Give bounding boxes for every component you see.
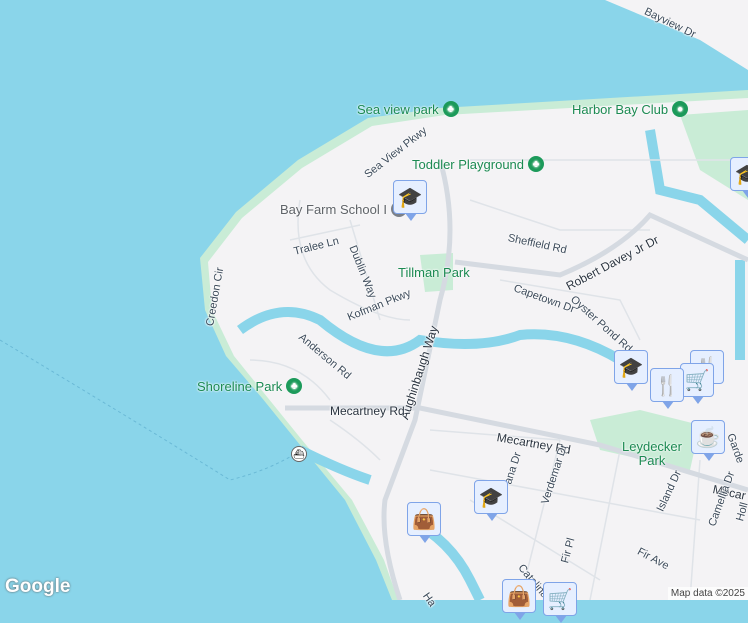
tree-icon: ♣ [286, 378, 303, 394]
ferry-icon[interactable]: ⛴ [291, 446, 307, 462]
school-icon: 🎓 [618, 356, 644, 379]
tree-icon: ♣ [442, 101, 459, 117]
shopping-bag-pin[interactable]: 👜 [407, 502, 441, 543]
place-label: Tillman Park [398, 265, 470, 280]
place-harbor-bay-club[interactable]: Harbor Bay Club ● [572, 101, 689, 117]
shopping-bag-pin[interactable]: 👜 [502, 579, 536, 620]
google-logo[interactable]: Google [5, 576, 70, 598]
place-toddler-playground[interactable]: Toddler Playground ♣ [412, 156, 545, 172]
place-icon: ● [672, 101, 689, 117]
shopping-cart-pin[interactable]: 🛒 [680, 363, 714, 404]
place-tillman-park[interactable]: Tillman Park [398, 265, 470, 280]
shopping-bag-icon: 👜 [506, 585, 532, 608]
coffee-icon: ☕ [695, 426, 721, 449]
place-label: Sea view park [357, 101, 439, 117]
school-pin[interactable]: 🎓 [474, 480, 508, 521]
place-label: Shoreline Park [197, 378, 283, 394]
shopping-cart-pin[interactable]: 🛒 [543, 582, 577, 623]
place-sea-view-park[interactable]: Sea view park ♣ [357, 101, 459, 117]
shopping-cart-icon: 🛒 [684, 369, 710, 392]
place-label: Harbor Bay Club [572, 101, 669, 117]
school-icon: 🎓 [478, 486, 504, 509]
school-icon: 🎓 [397, 186, 423, 209]
place-label: Leydecker Park [622, 439, 682, 468]
place-bay-farm-school[interactable]: Bay Farm School I [280, 201, 407, 217]
restaurant-icon: 🍴 [654, 374, 680, 397]
tree-icon: ♣ [528, 156, 545, 172]
coffee-pin[interactable]: ☕ [691, 420, 725, 461]
school-pin[interactable]: 🎓 [393, 180, 427, 221]
shopping-cart-icon: 🛒 [547, 588, 573, 611]
school-icon: 🎓 [734, 163, 748, 186]
school-pin[interactable]: 🎓 [614, 350, 648, 391]
place-leydecker-park[interactable]: Leydecker Park [622, 440, 682, 468]
restaurant-pin[interactable]: 🍴 [650, 368, 684, 409]
map-attribution[interactable]: Map data ©2025 [667, 587, 748, 600]
land-bayview [605, 0, 748, 70]
shopping-bag-icon: 👜 [411, 508, 437, 531]
school-pin[interactable]: 🎓 [730, 157, 748, 198]
place-label: Toddler Playground [412, 156, 525, 172]
street-label: Mecartney Rd [330, 404, 405, 418]
place-label: Bay Farm School I [280, 201, 387, 217]
place-shoreline-park[interactable]: Shoreline Park ♣ [197, 378, 303, 394]
